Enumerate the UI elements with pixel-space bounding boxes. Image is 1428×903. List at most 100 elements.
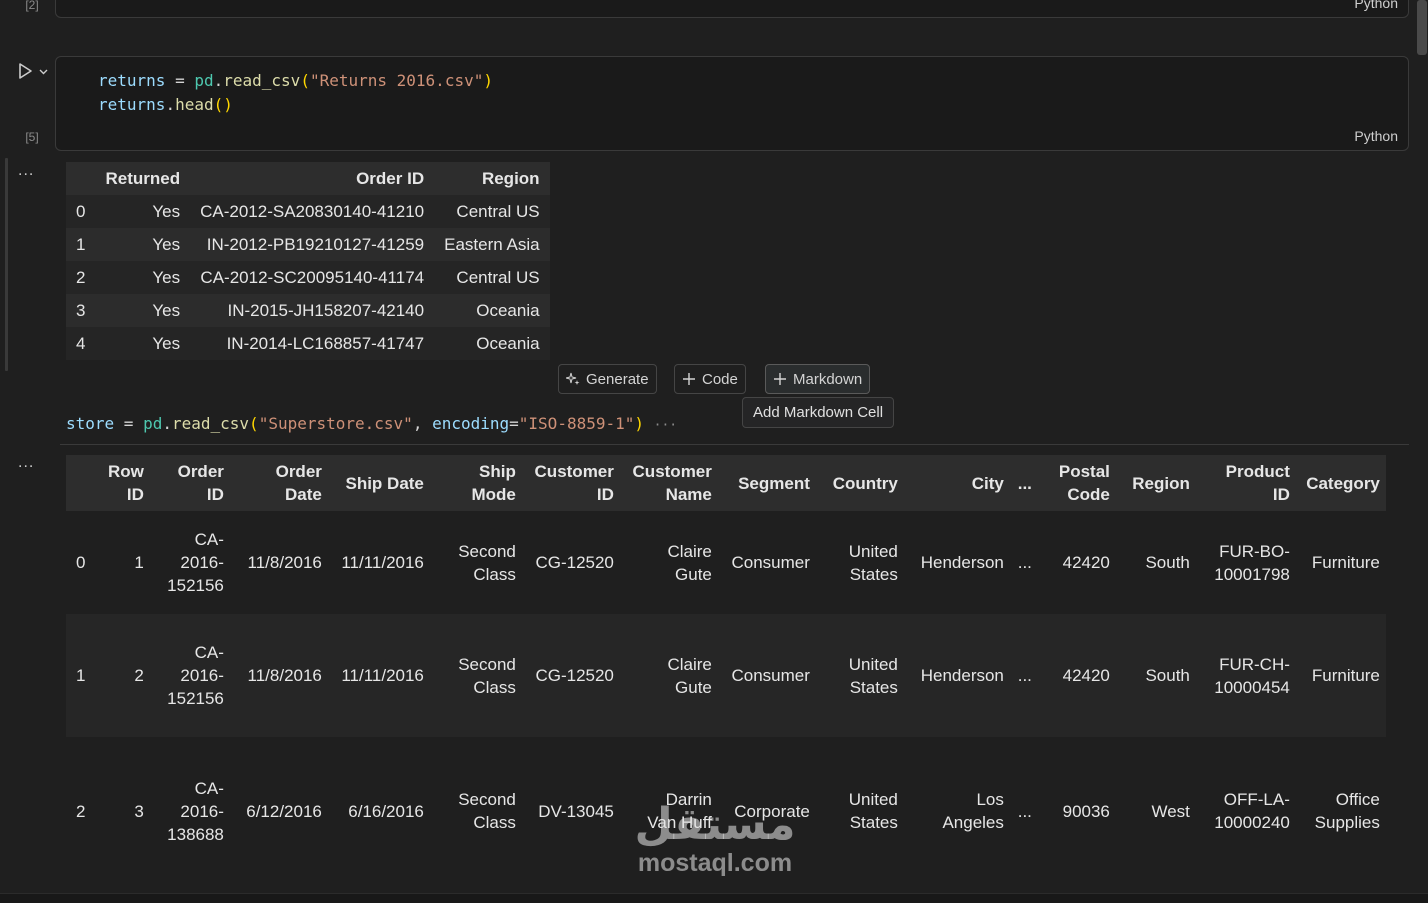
column-header-text: Customer (632, 462, 712, 481)
cell-text: Henderson (920, 553, 1004, 572)
column-header-text: ID (596, 485, 614, 504)
row-index: 1 (76, 234, 86, 254)
cell-text: Angeles (942, 813, 1004, 832)
cell-text: CG-12520 (535, 553, 614, 572)
code-token: "ISO-8859-1" (518, 414, 635, 433)
add-markdown-cell-button[interactable]: Markdown (765, 364, 871, 394)
code-token: pd (194, 71, 214, 90)
cell-divider (60, 444, 1409, 445)
column-header-text: ID (126, 485, 144, 504)
output-more-button[interactable]: ... (18, 162, 34, 180)
plus-icon (774, 373, 786, 385)
code-label: Code (702, 370, 738, 388)
vertical-scrollbar[interactable] (1414, 0, 1428, 903)
output-more-button[interactable]: ... (18, 454, 34, 472)
cell-text: States (849, 564, 898, 584)
cell-text: 10000454 (1214, 677, 1290, 697)
run-cell-button[interactable] (16, 60, 56, 82)
code-token: , (412, 414, 433, 433)
cell-text: Consumer (731, 666, 810, 685)
column-header: Category (1295, 455, 1386, 511)
cell-text: Class (473, 677, 516, 697)
table-cell: United States (816, 614, 904, 737)
table-row: 0 Yes CA-2012-SA20830140-41210 Central US (66, 195, 550, 228)
row-index: 2 (76, 267, 86, 287)
code-token: read_csv (223, 71, 301, 90)
row-index: 0 (66, 511, 102, 614)
code-token: read_csv (171, 414, 250, 433)
column-header: Region (434, 162, 550, 195)
cell-text: United (848, 654, 898, 674)
exec-count: [5] (25, 130, 39, 144)
cell-text: South (1145, 553, 1190, 572)
column-header-text: Customer (534, 462, 614, 481)
table-cell: Office Supplies (1296, 737, 1386, 885)
table-cell: 6/16/2016 (328, 737, 430, 885)
table-row: 3 Yes IN-2015-JH158207-42140 Oceania (66, 294, 550, 327)
cell-text: Gute (675, 677, 712, 697)
table-cell: South (1116, 511, 1196, 614)
scrollbar-thumb[interactable] (1417, 0, 1427, 55)
table-cell: 6/12/2016 (230, 737, 328, 885)
code-cell[interactable]: returns = pd.read_csv("Returns 2016.csv"… (55, 56, 1409, 151)
cell-text: Furniture (1311, 666, 1380, 685)
table-cell: DV-13045 (522, 737, 620, 885)
code-token: = (165, 71, 195, 90)
row-index: 4 (76, 333, 86, 353)
column-header: Postal Code (1037, 455, 1116, 511)
table-row: 2 Yes CA-2012-SC20095140-41174 Central US (66, 261, 550, 294)
table-cell: 11/11/2016 (328, 614, 430, 737)
tooltip: Add Markdown Cell (742, 397, 895, 428)
code-token: ) (483, 71, 493, 90)
table-row: 0 1 CA- 2016- 152156 11/8/2016 11/11/2016 Secon… (66, 511, 1386, 614)
column-header-text: City (971, 473, 1004, 493)
code-token: = (114, 414, 144, 433)
cell-text: 2016- (180, 553, 224, 572)
code-line-1[interactable]: returns = pd.read_csv("Returns 2016.csv"… (98, 71, 493, 90)
expand-ellipsis[interactable]: ··· (654, 418, 677, 433)
generate-button[interactable]: Generate (558, 364, 657, 394)
table-cell: Yes (152, 267, 181, 287)
play-icon (19, 63, 32, 79)
column-header: Customer ID (521, 455, 620, 511)
table-cell: CG-12520 (522, 614, 620, 737)
table-cell: CA- 2016- 152156 (150, 511, 230, 614)
column-header-text: Mode (471, 485, 516, 504)
code-token: ) (634, 414, 645, 433)
cell-text: FUR-CH- (1219, 654, 1290, 674)
previous-cell[interactable]: Python (55, 0, 1409, 18)
cell-text: Office (1335, 790, 1380, 809)
cell-text: South (1145, 666, 1190, 685)
table-cell: CA-2012-SC20095140-41174 (200, 267, 425, 287)
table-cell: Oceania (476, 333, 540, 353)
cell-text: 11/8/2016 (247, 666, 322, 685)
table-cell: CA-2012-SA20830140-41210 (200, 201, 425, 221)
table-cell: OFF-LA- 10000240 (1196, 737, 1296, 885)
cell-text: Claire (667, 654, 712, 674)
table-cell: Yes (152, 300, 181, 320)
table-cell: ... (1010, 614, 1038, 737)
table-cell: United States (816, 737, 904, 885)
cell-text: States (849, 813, 898, 832)
add-code-cell-button[interactable]: Code (674, 364, 746, 394)
store-dataframe: Row ID Order ID Order Date Ship Date Ship Mode Cu… (66, 455, 1386, 885)
table-row: 1 2 CA- 2016- 152156 11/8/2016 11/11/2016 Secon… (66, 614, 1386, 737)
table-row: 1 Yes IN-2012-PB19210127-41259 Eastern Asia (66, 228, 550, 261)
cell-text: Class (473, 813, 516, 832)
column-header: Returned (95, 162, 191, 195)
cell-text: 2016- (180, 801, 224, 821)
table-cell: CA- 2016- 152156 (150, 614, 230, 737)
chevron-down-icon[interactable] (38, 66, 49, 77)
row-index: 3 (76, 300, 86, 320)
code-line-2[interactable]: returns.head() (98, 95, 233, 114)
column-header: Segment (717, 455, 816, 511)
column-header (66, 162, 96, 195)
cell-text: Second (458, 654, 516, 674)
language-label[interactable]: Python (1354, 128, 1398, 144)
collapsed-code-cell[interactable]: store = pd.read_csv("Superstore.csv", en… (66, 414, 677, 433)
cell-text: 152156 (167, 576, 224, 595)
cell-text: 2 (76, 801, 86, 821)
table-cell: United States (816, 511, 904, 614)
language-label[interactable]: Python (1354, 0, 1398, 11)
cell-text: 11/8/2016 (247, 553, 322, 572)
